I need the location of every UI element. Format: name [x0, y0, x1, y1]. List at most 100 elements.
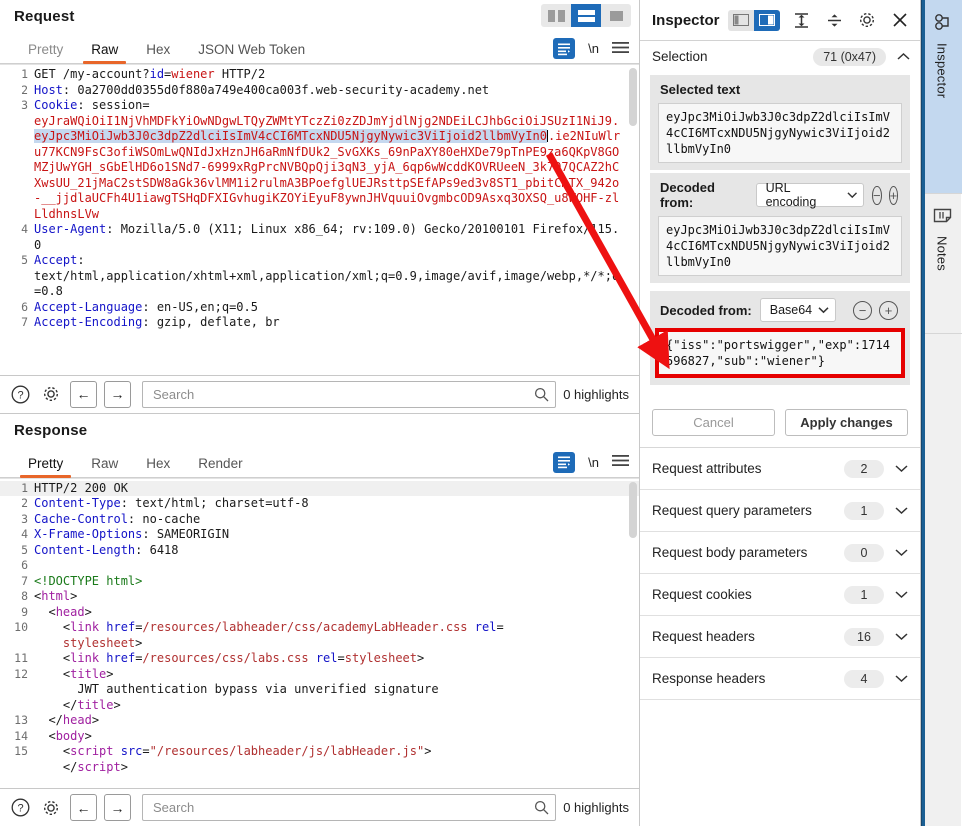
request-tab-icons: \n — [553, 38, 629, 59]
rail-tab-notes[interactable]: Notes — [922, 194, 962, 334]
selected-text-value[interactable]: eyJpc3MiOiJwb3J0c3dpZ2dlciIsImV4cCI6MTcx… — [658, 103, 902, 163]
line-text[interactable]: HTTP/2 200 OK — [34, 481, 639, 497]
help-icon[interactable]: ? — [8, 382, 32, 406]
search-icon[interactable] — [534, 800, 549, 815]
chevron-down-icon[interactable] — [894, 548, 908, 557]
layout-split-vertical-button[interactable] — [541, 4, 571, 27]
close-icon[interactable] — [888, 8, 912, 32]
line-text[interactable]: <link href=/resources/css/labs.css rel=s… — [34, 651, 639, 667]
decoded-url-encoding-select[interactable]: URL encoding — [755, 181, 864, 209]
line-text[interactable]: Host: 0a2700dd0355d0f880a749e400ca003f.w… — [34, 83, 639, 99]
response-search-input[interactable] — [151, 799, 535, 816]
expand-all-icon[interactable] — [789, 8, 813, 32]
gear-icon[interactable] — [39, 382, 63, 406]
layout-split-horizontal-button[interactable] — [571, 4, 601, 27]
newline-icon[interactable]: \n — [588, 41, 599, 56]
line-text[interactable]: Accept: text/html,application/xhtml+xml,… — [34, 253, 639, 300]
line-text[interactable]: <title> JWT authentication bypass via un… — [34, 667, 639, 714]
response-search-box[interactable] — [142, 794, 557, 821]
line-text[interactable]: GET /my-account?id=wiener HTTP/2 — [34, 67, 639, 83]
chevron-down-icon[interactable] — [894, 632, 908, 641]
chevron-up-icon[interactable] — [896, 52, 910, 61]
menu-icon[interactable] — [612, 41, 629, 57]
chevron-down-icon[interactable] — [894, 506, 908, 515]
search-icon[interactable] — [534, 387, 549, 402]
decoded-base64-encoding-select[interactable]: Base64 — [759, 298, 837, 322]
layout-right-icon[interactable] — [754, 9, 780, 31]
word-wrap-icon[interactable] — [553, 451, 576, 473]
line-number: 1 — [21, 67, 28, 81]
decoded-url-value[interactable]: eyJpc3MiOiJwb3J0c3dpZ2dlciIsImV4cCI6MTcx… — [658, 216, 902, 276]
line-text[interactable]: </head> — [34, 713, 639, 729]
layout-toggle-group[interactable] — [541, 4, 631, 27]
plus-circle-icon[interactable]: + — [888, 185, 899, 205]
line-text[interactable]: Content-Length: 6418 — [34, 543, 639, 559]
minus-circle-icon[interactable]: − — [853, 300, 872, 320]
chevron-down-icon[interactable] — [894, 674, 908, 683]
line-text[interactable]: X-Frame-Options: SAMEORIGIN — [34, 527, 639, 543]
find-next-button[interactable]: → — [104, 380, 131, 408]
line-text[interactable]: Content-Type: text/html; charset=utf-8 — [34, 496, 639, 512]
code-line: 1 GET /my-account?id=wiener HTTP/2 — [0, 67, 639, 83]
word-wrap-icon[interactable] — [553, 38, 576, 59]
find-previous-button[interactable]: ← — [70, 794, 97, 821]
response-editor[interactable]: 1 HTTP/2 200 OK 2 Content-Type: text/html; … — [0, 477, 639, 789]
request-scrollbar[interactable] — [629, 68, 637, 126]
line-text[interactable]: <!DOCTYPE html> — [34, 574, 639, 590]
request-code[interactable]: 1 GET /my-account?id=wiener HTTP/2 2 Host: … — [0, 65, 639, 375]
line-text[interactable]: <script src="/resources/labheader/js/lab… — [34, 744, 639, 760]
response-tab-raw[interactable]: Raw — [77, 456, 132, 477]
line-text[interactable]: <link href=/resources/labheader/css/acad… — [34, 620, 639, 651]
cancel-button[interactable]: Cancel — [652, 409, 775, 436]
chevron-down-icon[interactable] — [894, 464, 908, 473]
response-tab-render[interactable]: Render — [184, 456, 256, 477]
plus-circle-icon[interactable]: + — [879, 300, 898, 320]
line-text[interactable]: <body> — [34, 729, 639, 745]
line-text[interactable] — [34, 558, 639, 574]
accordion-row[interactable]: Response headers 4 — [640, 658, 920, 700]
line-text[interactable]: Accept-Encoding: gzip, deflate, br — [34, 315, 639, 331]
selection-row[interactable]: Selection 71 (0x47) — [640, 41, 920, 72]
accordion-row[interactable]: Request cookies 1 — [640, 574, 920, 616]
newline-icon[interactable]: \n — [588, 455, 599, 470]
minus-circle-icon[interactable]: − — [872, 185, 882, 205]
chevron-down-icon[interactable] — [894, 590, 908, 599]
accordion-row[interactable]: Request body parameters 0 — [640, 532, 920, 574]
request-tab-pretty[interactable]: Pretty — [14, 42, 77, 63]
gear-icon[interactable] — [39, 796, 63, 820]
code-line: 13 </head> — [0, 713, 639, 729]
layout-left-icon[interactable] — [728, 9, 754, 31]
accordion-row[interactable]: Request headers 16 — [640, 616, 920, 658]
response-tab-hex[interactable]: Hex — [132, 456, 184, 477]
request-tab-hex[interactable]: Hex — [132, 42, 184, 63]
line-text[interactable]: User-Agent: Mozilla/5.0 (X11; Linux x86_… — [34, 222, 639, 253]
apply-changes-button[interactable]: Apply changes — [785, 409, 908, 436]
request-tab-raw[interactable]: Raw — [77, 42, 132, 64]
line-text[interactable]: </script> — [34, 760, 639, 776]
line-text[interactable]: <html> — [34, 589, 639, 605]
decoded-base64-value[interactable]: {"iss":"portswigger","exp":1714596827,"s… — [655, 328, 905, 378]
line-text[interactable]: <head> — [34, 605, 639, 621]
inspector-title: Inspector — [652, 11, 720, 29]
layout-single-pane-button[interactable] — [601, 4, 631, 27]
response-tab-pretty[interactable]: Pretty — [14, 456, 77, 478]
response-code[interactable]: 1 HTTP/2 200 OK 2 Content-Type: text/html; … — [0, 479, 639, 789]
line-text[interactable]: Cookie: session= eyJraWQiOiI1NjVhMDFkYiO… — [34, 98, 639, 222]
response-scrollbar[interactable] — [629, 481, 637, 538]
gear-icon[interactable] — [855, 8, 879, 32]
rail-tab-inspector[interactable]: Inspector — [922, 0, 962, 194]
inspector-dock-toggle-group[interactable] — [728, 9, 780, 31]
line-text[interactable]: Accept-Language: en-US,en;q=0.5 — [34, 300, 639, 316]
accordion-row[interactable]: Request query parameters 1 — [640, 490, 920, 532]
request-search-box[interactable] — [142, 380, 557, 408]
request-editor[interactable]: 1 GET /my-account?id=wiener HTTP/2 2 Host: … — [0, 64, 639, 375]
menu-icon[interactable] — [612, 454, 629, 470]
accordion-row[interactable]: Request attributes 2 — [640, 448, 920, 490]
request-search-input[interactable] — [151, 385, 535, 403]
find-next-button[interactable]: → — [104, 794, 131, 821]
collapse-all-icon[interactable] — [822, 8, 846, 32]
help-icon[interactable]: ? — [8, 796, 32, 820]
line-text[interactable]: Cache-Control: no-cache — [34, 512, 639, 528]
find-previous-button[interactable]: ← — [70, 380, 97, 408]
request-tab-json-web-token[interactable]: JSON Web Token — [184, 42, 319, 63]
